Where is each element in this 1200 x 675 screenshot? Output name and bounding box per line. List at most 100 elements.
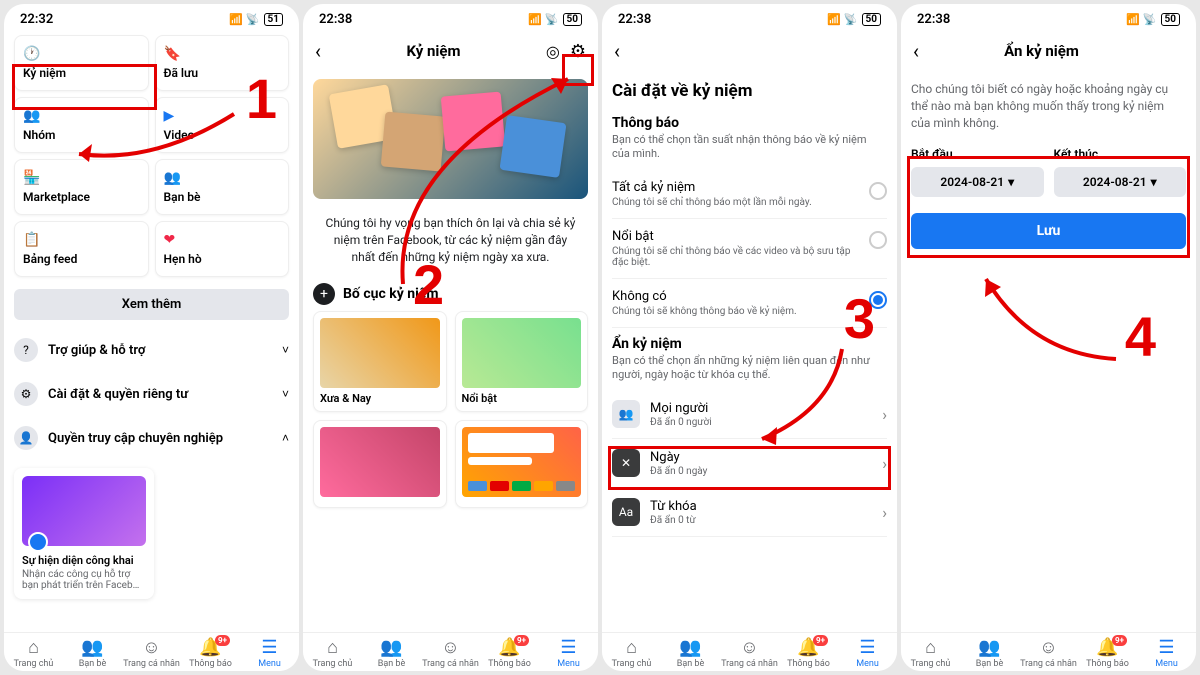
menu-tile-bảng feed[interactable]: 📋Bảng feed: [14, 221, 149, 277]
row-label: Cài đặt & quyền riêng tư: [48, 387, 282, 402]
tab-Trang chủ[interactable]: ⌂Trang chủ: [602, 637, 661, 669]
tab-label: Trang chủ: [911, 659, 951, 669]
screen-4-hide-dates: 22:38 📶 📡 50 ‹ Ẩn kỷ niệm Cho chúng tôi …: [901, 4, 1196, 671]
tab-Menu[interactable]: ☰Menu: [539, 637, 598, 669]
hero-image: [313, 79, 588, 199]
notification-badge: 9+: [813, 635, 828, 646]
header: ‹: [602, 31, 897, 71]
tile-label: Bảng feed: [23, 252, 140, 266]
notification-badge: 9+: [215, 635, 230, 646]
tile-label: Marketplace: [23, 190, 140, 204]
tab-icon: ⌂: [602, 637, 661, 658]
tab-Trang chủ[interactable]: ⌂Trang chủ: [4, 637, 63, 669]
tab-icon: ☰: [838, 637, 897, 658]
tab-Bạn bè[interactable]: 👥Bạn bè: [661, 637, 720, 669]
radio-button[interactable]: [869, 182, 887, 200]
tile-label: Bạn bè: [164, 190, 281, 204]
menu-tile-bạn bè[interactable]: 👥Bạn bè: [155, 159, 290, 215]
screen-2-memories: 22:38 📶 📡 50 ‹ Kỷ niệm ◎ ⚙ Chúng tôi hy …: [303, 4, 598, 671]
presence-card[interactable]: Sự hiện diện công khai Nhận các công cụ …: [14, 468, 154, 599]
layout-card-4[interactable]: [455, 420, 589, 508]
back-button[interactable]: ‹: [614, 39, 620, 63]
tab-label: Menu: [557, 659, 580, 669]
chevron-down-icon: ˅: [282, 387, 289, 401]
annotation-number-4: 4: [1125, 304, 1156, 369]
tab-Menu[interactable]: ☰Menu: [1137, 637, 1196, 669]
see-more-button[interactable]: Xem thêm: [14, 289, 289, 320]
tile-icon: 🔖: [164, 46, 281, 62]
tab-Menu[interactable]: ☰Menu: [240, 637, 299, 669]
status-bar: 22:38 📶 📡 50: [303, 4, 598, 31]
tab-Trang cá nhân[interactable]: ☺Trang cá nhân: [1019, 637, 1078, 669]
settings-row[interactable]: 👤Quyền truy cập chuyên nghiệp˄: [14, 416, 289, 460]
notification-badge: 9+: [514, 635, 529, 646]
tab-Bạn bè[interactable]: 👥Bạn bè: [63, 637, 122, 669]
settings-row[interactable]: ⚙ Cài đặt & quyền riêng tư˅: [14, 372, 289, 416]
radio-subtitle: Chúng tôi sẽ chỉ thông báo về các video …: [612, 246, 869, 268]
chevron-right-icon: ›: [882, 503, 887, 522]
layout-card-then-now[interactable]: Xưa & Nay: [313, 311, 447, 412]
tab-Trang cá nhân[interactable]: ☺Trang cá nhân: [720, 637, 779, 669]
tab-label: Menu: [258, 659, 281, 669]
description-text: Chúng tôi hy vọng bạn thích ôn lại và ch…: [313, 207, 588, 273]
menu-tile-marketplace[interactable]: 🏪Marketplace: [14, 159, 149, 215]
radio-subtitle: Chúng tôi sẽ không thông báo về kỷ niệm.: [612, 306, 869, 317]
menu-tile-kỷ niệm[interactable]: 🕐Kỷ niệm: [14, 35, 149, 91]
tab-label: Trang cá nhân: [422, 659, 479, 669]
tab-label: Thông báo: [1086, 659, 1129, 669]
tab-icon: ⌂: [901, 637, 960, 658]
radio-button[interactable]: [869, 231, 887, 249]
menu-tile-nhóm[interactable]: 👥Nhóm: [14, 97, 149, 153]
end-date-picker[interactable]: 2024-08-21 ▾: [1054, 167, 1187, 197]
tab-icon: 🔔: [480, 637, 539, 658]
tab-Bạn bè[interactable]: 👥Bạn bè: [960, 637, 1019, 669]
help-text: Cho chúng tôi biết có ngày hoặc khoảng n…: [911, 71, 1186, 141]
radio-label: Không có: [612, 289, 869, 304]
tab-Trang cá nhân[interactable]: ☺Trang cá nhân: [421, 637, 480, 669]
tab-Thông báo[interactable]: 🔔Thông báo9+: [1078, 637, 1137, 669]
radio-option[interactable]: Tất cả kỷ niệmChúng tôi sẽ chỉ thông báo…: [612, 170, 887, 219]
tab-Trang chủ[interactable]: ⌂Trang chủ: [303, 637, 362, 669]
tab-icon: ☺: [421, 637, 480, 658]
layout-card-3[interactable]: [313, 420, 447, 508]
start-date-picker[interactable]: 2024-08-21 ▾: [911, 167, 1044, 197]
hide-subtitle: Bạn có thể chọn ẩn những kỷ niệm liên qu…: [612, 354, 887, 391]
tab-icon: 👥: [362, 637, 421, 658]
tab-Bạn bè[interactable]: 👥Bạn bè: [362, 637, 421, 669]
tile-label: Nhóm: [23, 128, 140, 142]
page-title: Ẩn kỷ niệm: [919, 42, 1164, 60]
tab-icon: ☺: [720, 637, 779, 658]
hide-action-row[interactable]: AaTừ khóaĐã ẩn 0 từ›: [612, 488, 887, 537]
add-button[interactable]: +: [313, 283, 335, 305]
status-time: 22:38: [319, 12, 352, 27]
row-icon: ⚙: [14, 382, 38, 406]
radio-option[interactable]: Nổi bậtChúng tôi sẽ chỉ thông báo về các…: [612, 219, 887, 279]
notifications-heading: Thông báo: [612, 107, 887, 133]
radio-label: Tất cả kỷ niệm: [612, 180, 869, 195]
tab-Trang cá nhân[interactable]: ☺Trang cá nhân: [122, 637, 181, 669]
action-subtitle: Đã ẩn 0 ngày: [650, 466, 882, 477]
hide-action-row[interactable]: ✕NgàyĐã ẩn 0 ngày›: [612, 439, 887, 488]
tile-label: Hẹn hò: [164, 252, 281, 266]
tab-Thông báo[interactable]: 🔔Thông báo9+: [181, 637, 240, 669]
save-button[interactable]: Lưu: [911, 213, 1186, 249]
layout-label: Nổi bật: [462, 392, 582, 405]
action-subtitle: Đã ẩn 0 người: [650, 417, 882, 428]
menu-tile-hẹn hò[interactable]: ❤Hẹn hò: [155, 221, 290, 277]
settings-gear-icon[interactable]: ⚙: [570, 41, 586, 62]
tab-Trang chủ[interactable]: ⌂Trang chủ: [901, 637, 960, 669]
layout-label: Xưa & Nay: [320, 392, 440, 405]
settings-heading: Cài đặt về kỷ niệm: [612, 71, 887, 107]
settings-row[interactable]: ?Trợ giúp & hỗ trợ˅: [14, 328, 289, 372]
target-icon[interactable]: ◎: [546, 42, 560, 61]
tab-Menu[interactable]: ☰Menu: [838, 637, 897, 669]
layout-card-highlights[interactable]: Nổi bật: [455, 311, 589, 412]
status-icons: 📶 📡 50: [827, 13, 881, 26]
tab-Thông báo[interactable]: 🔔Thông báo9+: [779, 637, 838, 669]
tab-label: Bạn bè: [79, 659, 107, 669]
hide-action-row[interactable]: 👥Mọi ngườiĐã ẩn 0 người›: [612, 390, 887, 439]
row-icon: 👤: [14, 426, 38, 450]
tab-Thông báo[interactable]: 🔔Thông báo9+: [480, 637, 539, 669]
dropdown-icon: ▾: [1151, 175, 1157, 189]
tab-icon: 🔔: [181, 637, 240, 658]
